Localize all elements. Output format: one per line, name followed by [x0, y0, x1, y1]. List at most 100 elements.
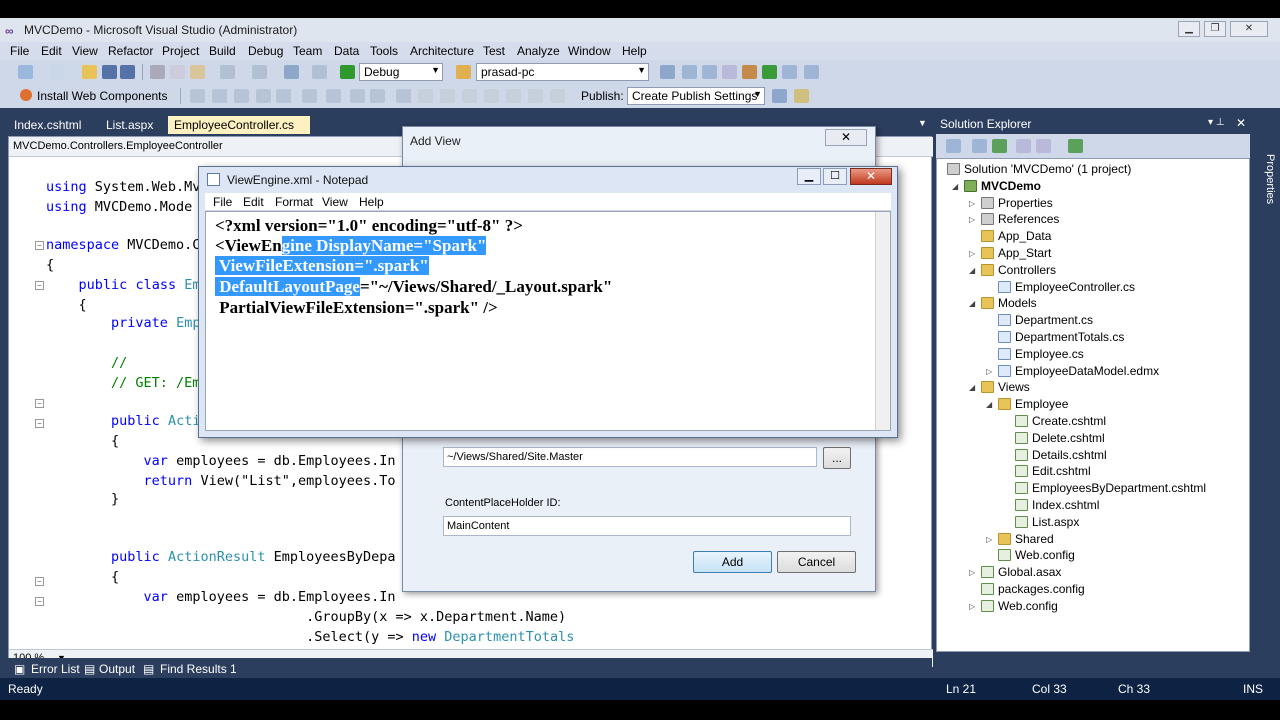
collapse-icon[interactable]: ◢ — [952, 182, 958, 191]
view-code-icon[interactable] — [1016, 139, 1031, 153]
tree-item[interactable]: ◢ Views — [969, 380, 1030, 396]
tab-employee-controller[interactable]: EmployeeController.cs ✕ — [168, 116, 310, 146]
tree-item[interactable]: Department.cs — [998, 313, 1093, 329]
tree-item[interactable]: Index.cshtml — [1015, 498, 1099, 514]
expand-icon[interactable]: ▷ — [969, 215, 975, 224]
cut-icon[interactable] — [150, 65, 165, 79]
start-page-icon[interactable] — [762, 65, 777, 79]
find-in-files-icon[interactable] — [660, 65, 675, 79]
tree-item[interactable]: Employee.cs — [998, 347, 1084, 363]
collapse-icon[interactable]: − — [35, 577, 44, 586]
tree-item[interactable]: EmployeeController.cs — [998, 280, 1135, 296]
tree-item[interactable]: ▷ Web.config — [969, 599, 1058, 615]
start-debugging-icon[interactable] — [340, 65, 355, 79]
font-icon[interactable] — [256, 89, 271, 103]
css-icon[interactable] — [212, 89, 227, 103]
tree-item[interactable]: Create.cshtml — [1015, 414, 1106, 430]
menu-team[interactable]: Team — [293, 44, 322, 58]
tree-item[interactable]: ▷ EmployeeDataModel.edmx — [986, 364, 1159, 380]
tree-item[interactable]: ▷ App_Start — [969, 246, 1051, 262]
refresh-icon[interactable] — [992, 139, 1007, 153]
notepad-menu-help[interactable]: Help — [359, 195, 384, 209]
properties-side-tab[interactable]: Properties — [1260, 154, 1276, 204]
publish-settings-select[interactable]: Create Publish Settings ▼ — [627, 87, 765, 105]
outdent-icon[interactable] — [302, 89, 317, 103]
bookmark-icon[interactable] — [326, 89, 341, 103]
notepad-text-area[interactable]: <?xml version="1.0" encoding="utf-8" ?> … — [205, 211, 891, 431]
tab-index-cshtml[interactable]: Index.cshtml — [8, 116, 87, 134]
publish-web-icon[interactable] — [794, 89, 809, 103]
tab-list-aspx[interactable]: List.aspx — [100, 116, 159, 134]
menu-debug[interactable]: Debug — [248, 44, 283, 58]
tab-find-results[interactable]: Find Results 1 — [160, 662, 237, 676]
toolbox-icon[interactable] — [742, 65, 757, 79]
maximize-icon[interactable]: ☐ — [823, 168, 847, 185]
search-icon[interactable] — [528, 89, 543, 103]
refresh-icon[interactable] — [506, 89, 521, 103]
properties-icon[interactable] — [946, 139, 961, 153]
collapse-icon[interactable]: − — [35, 281, 44, 290]
cancel-button[interactable]: Cancel — [777, 551, 856, 573]
clear-bookmark-icon[interactable] — [462, 89, 477, 103]
copy-icon[interactable] — [170, 65, 185, 79]
notepad-menu-format[interactable]: Format — [275, 195, 313, 209]
tab-error-list[interactable]: Error List — [31, 662, 80, 676]
view-designer-icon[interactable] — [1036, 139, 1051, 153]
menu-refactor[interactable]: Refactor — [108, 44, 153, 58]
menu-file[interactable]: File — [10, 44, 29, 58]
collapse-icon[interactable]: ◢ — [986, 400, 992, 409]
paste-icon[interactable] — [190, 65, 205, 79]
tree-item[interactable]: Solution 'MVCDemo' (1 project) — [947, 162, 1131, 178]
expand-icon[interactable]: ▷ — [986, 535, 992, 544]
menu-data[interactable]: Data — [334, 44, 359, 58]
tree-item[interactable]: Web.config — [998, 548, 1075, 564]
comment-icon[interactable] — [350, 89, 365, 103]
install-web-components-button[interactable]: Install Web Components — [37, 89, 168, 103]
solution-config-select[interactable]: Debug ▼ — [359, 63, 443, 81]
tree-item[interactable]: ◢ Employee — [986, 397, 1068, 413]
notepad-menu-view[interactable]: View — [322, 195, 348, 209]
html-icon[interactable] — [190, 89, 205, 103]
expand-icon[interactable]: ▷ — [969, 602, 975, 611]
properties-icon[interactable] — [702, 65, 717, 79]
menu-window[interactable]: Window — [568, 44, 611, 58]
tree-item[interactable]: ◢ Controllers — [969, 263, 1056, 279]
collapse-icon[interactable]: − — [35, 241, 44, 250]
expand-icon[interactable]: ▷ — [969, 199, 975, 208]
collapse-icon[interactable]: − — [35, 419, 44, 428]
notepad-menu-edit[interactable]: Edit — [243, 195, 264, 209]
notepad-menu-file[interactable]: File — [213, 195, 232, 209]
expand-icon[interactable]: ▷ — [986, 367, 992, 376]
collapse-icon[interactable]: − — [35, 597, 44, 606]
platform-select[interactable]: prasad-pc ▼ — [476, 63, 649, 81]
tree-item[interactable]: ▷ Properties — [969, 196, 1053, 212]
validate-icon[interactable] — [550, 89, 565, 103]
close-icon[interactable]: ✕ — [825, 129, 867, 146]
save-all-icon[interactable] — [120, 65, 135, 79]
tree-item[interactable]: Details.cshtml — [1015, 448, 1107, 464]
close-icon[interactable]: ✕ — [1236, 116, 1246, 130]
tree-item[interactable]: App_Data — [981, 229, 1051, 245]
solution-explorer-tree[interactable]: Solution 'MVCDemo' (1 project) ◢ MVCDemo ▷ P… — [936, 158, 1250, 652]
tab-output[interactable]: Output — [99, 662, 135, 676]
publish-icon[interactable] — [772, 89, 787, 103]
tree-item[interactable]: ▷ Shared — [986, 532, 1054, 548]
tree-item[interactable]: ▷ Global.asax — [969, 565, 1061, 581]
navigate-back-icon[interactable] — [284, 65, 299, 79]
add-button[interactable]: Add — [693, 551, 772, 573]
toggle-bookmark-icon[interactable] — [484, 89, 499, 103]
collapse-icon[interactable]: ◢ — [969, 266, 975, 275]
output-window-icon[interactable] — [804, 65, 819, 79]
collapse-icon[interactable]: ◢ — [969, 299, 975, 308]
tree-item[interactable]: List.aspx — [1015, 515, 1079, 531]
chevron-down-icon[interactable]: ▼ — [918, 118, 927, 128]
window-layout-icon[interactable] — [396, 89, 411, 103]
open-file-icon[interactable] — [82, 65, 97, 79]
tree-item[interactable]: ◢ Models — [969, 296, 1037, 312]
tree-item[interactable]: DepartmentTotals.cs — [998, 330, 1124, 346]
menu-analyze[interactable]: Analyze — [517, 44, 560, 58]
object-browser-icon[interactable] — [722, 65, 737, 79]
restore-icon[interactable]: ❐ — [1204, 21, 1226, 37]
menu-project[interactable]: Project — [162, 44, 199, 58]
collapse-icon[interactable]: ◢ — [969, 383, 975, 392]
